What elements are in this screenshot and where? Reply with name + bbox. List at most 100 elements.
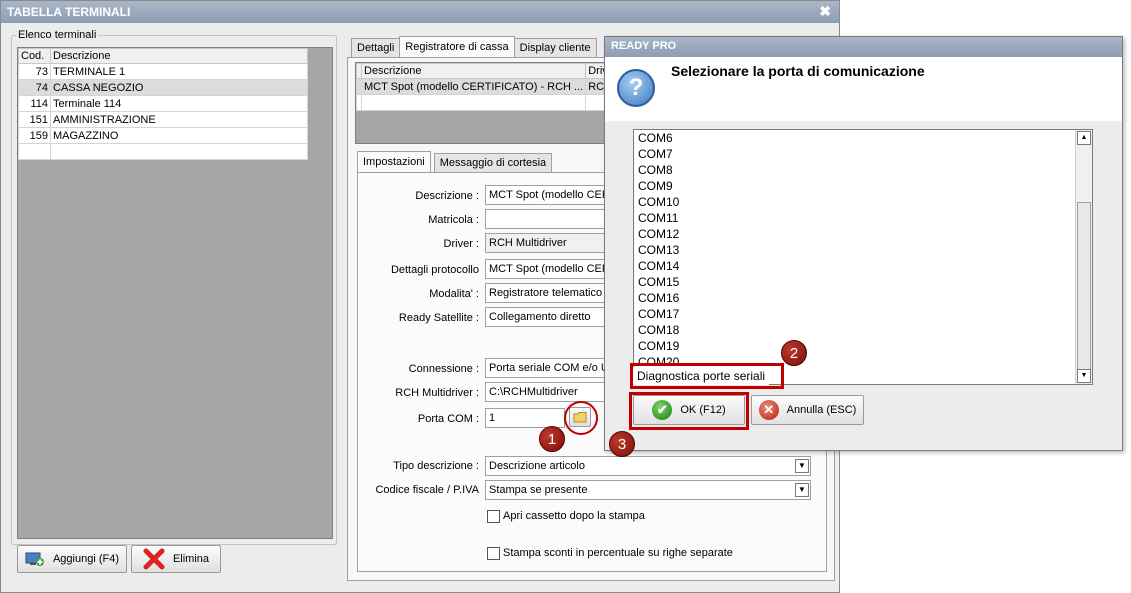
table-row[interactable]: 73 TERMINALE 1: [18, 63, 308, 80]
list-item[interactable]: COM7: [634, 146, 1092, 162]
label-modalita: Modalita' :: [429, 288, 479, 300]
dialog-heading: Selezionare la porta di comunicazione: [671, 63, 925, 79]
table-row[interactable]: 151 AMMINISTRAZIONE: [18, 111, 308, 128]
label-driver: Driver :: [443, 238, 479, 250]
list-item[interactable]: COM10: [634, 194, 1092, 210]
tab-dettagli[interactable]: Dettagli: [351, 38, 401, 57]
codice-fiscale-select[interactable]: Stampa se presente ▼: [485, 480, 811, 500]
tab-display-cliente[interactable]: Display cliente: [513, 38, 597, 57]
cell-description: TERMINALE 1: [50, 63, 308, 80]
window-title: TABELLA TERMINALI: [7, 5, 131, 19]
list-item[interactable]: COM12: [634, 226, 1092, 242]
cell-description: CASSA NEGOZIO: [50, 79, 308, 96]
highlight-circle-1: [564, 401, 598, 435]
list-item[interactable]: COM9: [634, 178, 1092, 194]
column-header-code[interactable]: Cod.: [18, 48, 51, 64]
delete-x-icon: [143, 548, 165, 570]
dialog-titlebar: READY PRO: [605, 37, 1122, 57]
cell-empty: [50, 143, 308, 160]
cell-code: 114: [18, 95, 51, 112]
list-item[interactable]: COM15: [634, 274, 1092, 290]
satellite-select[interactable]: Collegamento diretto: [485, 307, 615, 327]
table-row-new[interactable]: [356, 94, 617, 111]
cell-empty: [360, 94, 587, 111]
tab-messaggio-cortesia[interactable]: Messaggio di cortesia: [433, 153, 553, 172]
cell-code: 159: [18, 127, 51, 144]
cassetto-label: Apri cassetto dopo la stampa: [503, 510, 645, 522]
cell-empty: [18, 143, 51, 160]
terminals-table: Cod. Descrizione 73 TERMINALE 1 74 CASSA…: [18, 48, 308, 160]
callout-badge-3: 3: [609, 431, 635, 457]
list-item[interactable]: COM13: [634, 242, 1092, 258]
port-listbox[interactable]: COM6 COM7 COM8 COM9 COM10 COM11 COM12 CO…: [633, 129, 1093, 385]
cell-code: 151: [18, 111, 51, 128]
terminals-legend: Elenco terminali: [18, 29, 97, 41]
delete-button[interactable]: Elimina: [131, 545, 221, 573]
callout-badge-1: 1: [539, 426, 565, 452]
tab-registratore[interactable]: Registratore di cassa: [399, 36, 515, 57]
label-protocollo: Dettagli protocollo: [390, 264, 479, 276]
cancel-button-label: Annulla (ESC): [786, 404, 857, 416]
label-tipo-descrizione: Tipo descrizione :: [393, 460, 479, 472]
table-row-new[interactable]: [18, 143, 308, 160]
sconti-checkbox[interactable]: [487, 547, 500, 560]
table-row[interactable]: 159 MAGAZZINO: [18, 127, 308, 144]
list-item[interactable]: COM19: [634, 338, 1092, 354]
list-item[interactable]: COM16: [634, 290, 1092, 306]
cell-description: MAGAZZINO: [50, 127, 308, 144]
rch-multidriver-field[interactable]: C:\RCHMultidriver: [485, 382, 615, 402]
cell-description: AMMINISTRAZIONE: [50, 111, 308, 128]
top-tabs: Dettagli Registratore di cassa Display c…: [351, 36, 597, 57]
tipo-descrizione-value: Descrizione articolo: [489, 460, 585, 472]
main-titlebar: TABELLA TERMINALI ✖: [1, 1, 839, 23]
codice-fiscale-value: Stampa se presente: [489, 484, 588, 496]
driver-field: RCH Multidriver: [485, 233, 615, 253]
chevron-down-icon[interactable]: ▼: [795, 483, 809, 497]
cell-code: 74: [18, 79, 51, 96]
tipo-descrizione-select[interactable]: Descrizione articolo ▼: [485, 456, 811, 476]
table-row[interactable]: MCT Spot (modello CERTIFICATO) - RCH ...…: [356, 78, 617, 95]
scroll-up-icon[interactable]: ▲: [1077, 131, 1091, 145]
chevron-down-icon[interactable]: ▼: [795, 459, 809, 473]
list-item[interactable]: COM11: [634, 210, 1092, 226]
matricola-field[interactable]: [485, 209, 615, 229]
column-header-description[interactable]: Descrizione: [50, 48, 308, 64]
label-matricola: Matricola :: [428, 214, 479, 226]
modalita-select[interactable]: Registratore telematico: [485, 283, 615, 303]
connessione-select[interactable]: Porta seriale COM e/o U: [485, 358, 615, 378]
tab-impostazioni[interactable]: Impostazioni: [357, 151, 431, 172]
callout-badge-2: 2: [781, 340, 807, 366]
list-item[interactable]: COM6: [634, 130, 1092, 146]
label-porta-com: Porta COM :: [417, 413, 479, 425]
label-rch-multidriver: RCH Multidriver :: [395, 387, 479, 399]
add-monitor-icon: [25, 552, 44, 566]
cancel-button[interactable]: ✕ Annulla (ESC): [751, 395, 864, 425]
sconti-label: Stampa sconti in percentuale su righe se…: [503, 547, 733, 559]
register-grid[interactable]: Descrizione Drive MCT Spot (modello CERT…: [355, 62, 617, 144]
descrizione-field[interactable]: MCT Spot (modello CERT: [485, 185, 615, 205]
list-item[interactable]: COM17: [634, 306, 1092, 322]
add-button[interactable]: Aggiungi (F4): [17, 545, 127, 573]
highlight-box-2: [630, 363, 784, 389]
column-header-description[interactable]: Descrizione: [360, 63, 587, 79]
list-item[interactable]: COM8: [634, 162, 1092, 178]
scroll-thumb[interactable]: [1077, 202, 1091, 372]
table-row[interactable]: 114 Terminale 114: [18, 95, 308, 112]
terminals-grid[interactable]: Cod. Descrizione 73 TERMINALE 1 74 CASSA…: [17, 47, 333, 539]
protocollo-select[interactable]: MCT Spot (modello CERT: [485, 259, 615, 279]
label-descrizione: Descrizione :: [415, 190, 479, 202]
list-item[interactable]: COM18: [634, 322, 1092, 338]
highlight-box-3: [629, 392, 749, 430]
dialog-header: ? Selezionare la porta di comunicazione: [605, 57, 1122, 121]
list-item[interactable]: COM14: [634, 258, 1092, 274]
question-icon: ?: [617, 69, 655, 107]
cell-description: MCT Spot (modello CERTIFICATO) - RCH ...: [360, 78, 587, 95]
cassetto-checkbox[interactable]: [487, 510, 500, 523]
scroll-down-icon[interactable]: ▼: [1077, 369, 1091, 383]
porta-com-field[interactable]: 1: [485, 408, 565, 428]
table-row[interactable]: 74 CASSA NEGOZIO: [18, 79, 308, 96]
cell-description: Terminale 114: [50, 95, 308, 112]
vertical-scrollbar[interactable]: ▲ ▼: [1075, 130, 1092, 384]
label-connessione: Connessione :: [408, 363, 479, 375]
close-icon[interactable]: ✖: [819, 3, 831, 20]
